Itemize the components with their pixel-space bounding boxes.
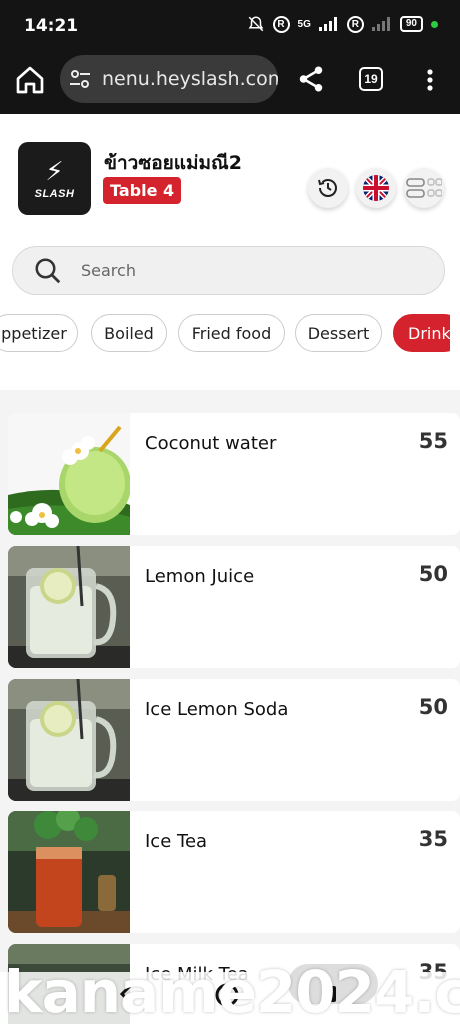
- layout-toggle-button[interactable]: [404, 168, 444, 208]
- layout-icon: [406, 178, 442, 198]
- signal-icon: [318, 17, 337, 31]
- share-icon[interactable]: [296, 64, 326, 94]
- category-dessert[interactable]: Dessert: [295, 314, 382, 352]
- status-time: 14:21: [24, 16, 79, 36]
- item-name: Ice Tea: [145, 831, 208, 852]
- item-price: 50: [418, 695, 448, 719]
- watermark: kaname2024.com: [4, 960, 460, 1024]
- shop-name: ข้าวซอยแม่มณี2: [104, 152, 242, 174]
- item-name: Ice Lemon Soda: [145, 699, 289, 720]
- battery-icon: 90: [399, 16, 423, 32]
- status-bar: 14:21 R 5G R 90: [0, 0, 460, 50]
- category-drink[interactable]: Drink: [393, 314, 450, 352]
- menu-item[interactable]: Lemon Juice 50: [8, 546, 460, 668]
- item-price: 55: [418, 429, 448, 453]
- menu-item[interactable]: Ice Tea 35: [8, 811, 460, 933]
- item-price: 35: [418, 827, 448, 851]
- ice-lemon-soda-image: [8, 679, 130, 801]
- item-name: Lemon Juice: [145, 566, 255, 587]
- tab-switcher-button[interactable]: 19: [359, 67, 383, 91]
- url-text: nenu.heyslash.com: [102, 68, 278, 90]
- menu-item[interactable]: Coconut water 55: [8, 413, 460, 535]
- category-boiled[interactable]: Boiled: [91, 314, 167, 352]
- menu-item[interactable]: Ice Lemon Soda 50: [8, 679, 460, 801]
- lemon-juice-image: [8, 546, 130, 668]
- history-icon: [318, 179, 337, 197]
- search-input[interactable]: [81, 261, 381, 280]
- privacy-dot-icon: [431, 20, 438, 28]
- search-icon: [35, 258, 61, 283]
- order-history-button[interactable]: [308, 168, 348, 208]
- item-price: 50: [418, 562, 448, 586]
- menu-list: Coconut water 55 Lemon Juice 50 Ice Lemo…: [0, 390, 460, 1024]
- status-icons: R 5G R 90: [247, 15, 438, 33]
- coconut-water-image: [8, 413, 130, 535]
- network-label: 5G: [297, 18, 311, 30]
- registered-icon: R: [272, 15, 290, 33]
- category-fried-food[interactable]: Fried food: [178, 314, 285, 352]
- site-settings-icon[interactable]: [68, 67, 92, 91]
- registered-icon-2: R: [346, 15, 364, 33]
- more-menu-icon[interactable]: [418, 66, 442, 94]
- restaurant-header: ⚡ SLASH ข้าวซอยแม่มณี2 Table 4: [0, 114, 460, 244]
- item-name: Coconut water: [145, 433, 277, 454]
- home-icon[interactable]: [14, 64, 46, 96]
- table-badge: Table 4: [103, 177, 182, 204]
- search-bar[interactable]: [12, 246, 445, 295]
- slash-logo: ⚡ SLASH: [18, 142, 91, 215]
- category-tabs: ppetizer Boiled Fried food Dessert Drink: [0, 314, 450, 352]
- browser-toolbar: nenu.heyslash.com 19: [0, 50, 460, 114]
- signal-weak-icon: [371, 17, 390, 31]
- uk-flag-icon: [363, 175, 389, 201]
- logo-text: SLASH: [34, 187, 75, 200]
- ice-tea-image: [8, 811, 130, 933]
- address-bar[interactable]: nenu.heyslash.com: [60, 55, 278, 103]
- language-button[interactable]: [356, 168, 396, 208]
- mute-bell-icon: [248, 16, 263, 32]
- bolt-icon: ⚡: [45, 155, 64, 186]
- category-appetizer[interactable]: ppetizer: [0, 314, 78, 352]
